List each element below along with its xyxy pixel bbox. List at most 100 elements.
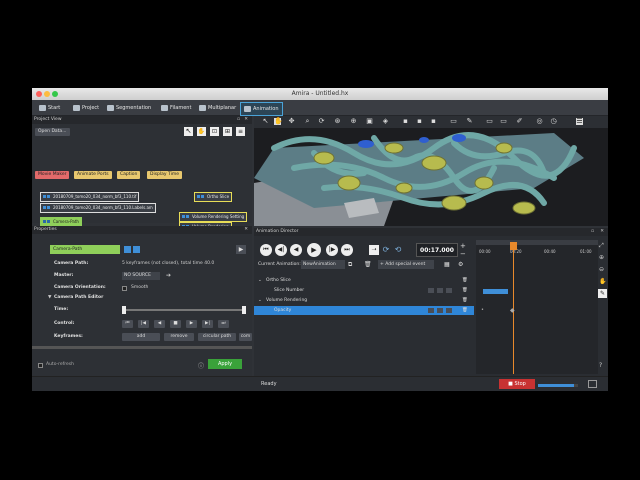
interact-icon[interactable]: ↖ bbox=[262, 118, 269, 125]
slice-number-keys[interactable] bbox=[483, 289, 508, 294]
tab-project[interactable]: Project bbox=[70, 102, 102, 114]
prev-key-icon[interactable] bbox=[428, 308, 434, 313]
clock-icon[interactable]: ◷ bbox=[550, 118, 557, 125]
track-volume-rendering[interactable]: ⌄ Volume Rendering 🗑 bbox=[254, 296, 474, 305]
go-to-end-icon[interactable]: ⏭ bbox=[341, 244, 353, 256]
seek-icon[interactable]: ⊛ bbox=[334, 118, 341, 125]
fit-view-icon[interactable]: ⊡ bbox=[210, 127, 219, 136]
hand-tool-icon[interactable]: ✋ bbox=[197, 127, 206, 136]
close-icon[interactable]: ✕ bbox=[600, 228, 604, 236]
grid-icon[interactable]: ▦ bbox=[444, 260, 452, 269]
layout-icon[interactable]: ⊞ bbox=[223, 127, 232, 136]
remove-keyframe-button[interactable]: remove bbox=[164, 333, 194, 341]
tab-multiplanar[interactable]: Multiplanar bbox=[196, 102, 239, 114]
view-y-icon[interactable]: ▪ bbox=[416, 118, 423, 125]
camera-icon[interactable]: ▶ bbox=[236, 245, 246, 254]
layout-1-icon[interactable]: ▭ bbox=[450, 118, 457, 125]
display-time-button[interactable]: Display Time bbox=[147, 171, 183, 179]
play-icon[interactable]: ▶ bbox=[186, 320, 197, 328]
decrement-icon[interactable]: − bbox=[460, 250, 466, 258]
gear-icon[interactable]: ⚙ bbox=[458, 260, 466, 269]
caption-button[interactable]: Caption bbox=[117, 171, 141, 179]
tab-animation[interactable]: Animation bbox=[240, 102, 283, 116]
help-icon[interactable]: ? bbox=[599, 362, 602, 369]
step-forward-icon[interactable]: ▶| bbox=[202, 320, 213, 328]
current-time-field[interactable]: 00:17.000 bbox=[416, 243, 458, 257]
trash-icon[interactable]: 🗑 bbox=[462, 296, 468, 305]
hand-icon[interactable]: ✋ bbox=[599, 278, 606, 285]
translate-icon[interactable]: ✥ bbox=[288, 118, 295, 125]
time-slider-handle[interactable] bbox=[122, 306, 126, 314]
movie-maker-button[interactable]: Movie Maker bbox=[35, 171, 70, 179]
go-to-start-icon[interactable]: ⏮ bbox=[260, 244, 272, 256]
play-once-icon[interactable]: ➝ bbox=[369, 245, 379, 255]
new-animation-icon[interactable]: ⧉ bbox=[348, 260, 356, 269]
tab-start[interactable]: Start bbox=[36, 102, 63, 114]
menu-icon[interactable]: ☰ bbox=[576, 118, 583, 125]
stop-icon[interactable]: ■ bbox=[170, 320, 181, 328]
3d-viewer[interactable]: ↖ ✋ ✥ ⌕ ⟳ ⊛ ⊕ ▣ ◈ ▪ ▪ ▪ ▭ ✎ ▭ ▭ ✐ ◎ ◷ ☰ bbox=[254, 116, 608, 226]
fog-icon[interactable]: ▭ bbox=[500, 118, 507, 125]
trackball-icon[interactable]: ✋ bbox=[274, 118, 283, 125]
console-icon[interactable] bbox=[588, 380, 597, 388]
prev-key-icon[interactable] bbox=[428, 288, 434, 293]
data-node-tif[interactable]: 20180709_tomo20_034_norm_bf3_110.tif bbox=[40, 192, 140, 202]
view-z-icon[interactable]: ▪ bbox=[430, 118, 437, 125]
camera-snapshot-icon[interactable]: ◎ bbox=[536, 118, 543, 125]
skip-back-icon[interactable]: ⏮ bbox=[122, 320, 133, 328]
snapshot-icon[interactable]: ▣ bbox=[366, 118, 373, 125]
swing-icon[interactable]: ⟲ bbox=[393, 245, 403, 255]
circular-path-button[interactable]: circular path bbox=[198, 333, 236, 341]
settings-icon[interactable]: ≡ bbox=[236, 127, 245, 136]
viewer-toggle-icon[interactable] bbox=[133, 246, 140, 253]
skip-forward-icon[interactable]: ⏭ bbox=[218, 320, 229, 328]
timeline-range-bar[interactable] bbox=[476, 240, 598, 245]
auto-refresh-checkbox[interactable] bbox=[38, 363, 43, 368]
play-backward-icon[interactable]: ◀ bbox=[290, 244, 302, 256]
playhead-handle[interactable] bbox=[510, 242, 517, 250]
viewer-toggle-icon[interactable] bbox=[124, 246, 131, 253]
trash-icon[interactable]: 🗑 bbox=[462, 306, 468, 315]
timeline-area[interactable]: 00:00 00:20 00:40 01:00 ◆ • bbox=[476, 240, 598, 374]
ortho-slice-node[interactable]: Ortho Slice bbox=[194, 192, 233, 202]
next-event-icon[interactable]: |▶ bbox=[326, 244, 338, 256]
zoom-icon[interactable]: ⌕ bbox=[304, 118, 311, 125]
arrow-right-icon[interactable]: ➔ bbox=[166, 271, 171, 281]
zoom-in-icon[interactable]: ⊕ bbox=[599, 254, 604, 261]
keyframe-marker[interactable]: • bbox=[481, 307, 484, 313]
undock-icon[interactable]: ▫ bbox=[237, 116, 240, 124]
perspective-icon[interactable]: ◈ bbox=[382, 118, 389, 125]
add-key-icon[interactable] bbox=[437, 288, 443, 293]
select-tool-icon[interactable]: ↖ bbox=[184, 127, 193, 136]
pencil-icon[interactable]: ✐ bbox=[516, 118, 523, 125]
zoom-out-icon[interactable]: ⊖ bbox=[599, 266, 604, 273]
add-special-event-button[interactable]: + Add special event bbox=[378, 260, 434, 269]
keyframe-marker[interactable]: ◆ bbox=[510, 307, 515, 314]
horizontal-scrollbar[interactable] bbox=[32, 346, 252, 349]
master-select[interactable]: NO SOURCE bbox=[122, 272, 160, 280]
edit-icon[interactable]: ✎ bbox=[598, 289, 607, 298]
com-button[interactable]: com bbox=[239, 333, 252, 341]
time-slider-handle[interactable] bbox=[242, 306, 246, 314]
close-icon[interactable]: ✕ bbox=[244, 116, 248, 124]
undock-icon[interactable]: ▫ bbox=[591, 228, 594, 236]
track-opacity[interactable]: Opacity 🗑 bbox=[254, 306, 474, 315]
info-icon[interactable]: ⓘ bbox=[198, 361, 204, 370]
stereo-icon[interactable]: ▭ bbox=[486, 118, 493, 125]
next-key-icon[interactable] bbox=[446, 288, 452, 293]
time-slider[interactable] bbox=[122, 309, 246, 311]
view-x-icon[interactable]: ▪ bbox=[402, 118, 409, 125]
next-key-icon[interactable] bbox=[446, 308, 452, 313]
apply-button[interactable]: Apply bbox=[208, 359, 242, 369]
delete-animation-icon[interactable]: 🗑 bbox=[364, 260, 372, 269]
loop-icon[interactable]: ⟳ bbox=[381, 245, 391, 255]
increment-icon[interactable]: + bbox=[460, 242, 466, 250]
tab-segmentation[interactable]: Segmentation bbox=[104, 102, 154, 114]
open-data-button[interactable]: Open Data... bbox=[35, 128, 70, 136]
add-key-icon[interactable] bbox=[437, 308, 443, 313]
fit-timeline-icon[interactable]: ⤢ bbox=[599, 242, 604, 250]
volume-rendering-settings-node[interactable]: Volume Rendering Setting bbox=[179, 212, 248, 222]
rotate-icon[interactable]: ⟳ bbox=[318, 118, 325, 125]
previous-event-icon[interactable]: ◀| bbox=[275, 244, 287, 256]
trash-icon[interactable]: 🗑 bbox=[462, 276, 468, 285]
